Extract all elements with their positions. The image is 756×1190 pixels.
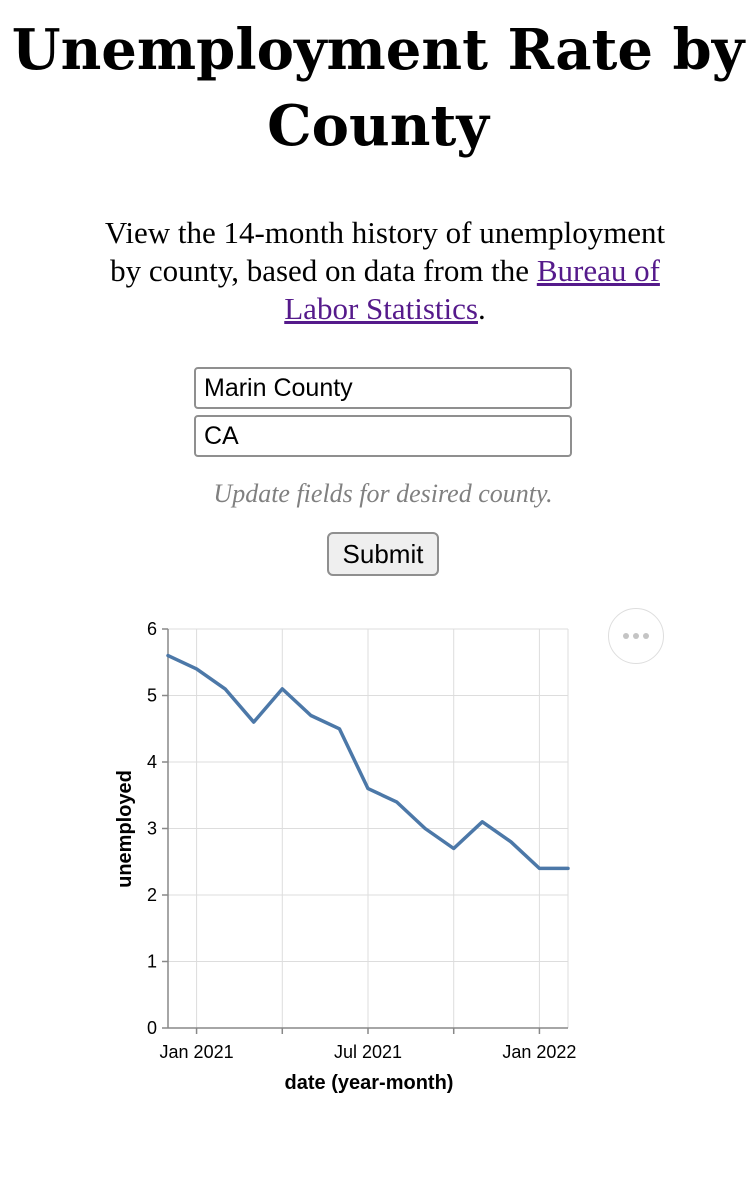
ellipsis-icon[interactable]: [608, 608, 664, 664]
y-tick-label: 2: [147, 885, 157, 905]
x-tick-label: Jan 2021: [160, 1042, 234, 1062]
y-tick-label: 3: [147, 819, 157, 839]
y-tick-label: 5: [147, 686, 157, 706]
ellipsis-dot: [643, 633, 649, 639]
x-axis-title: date (year-month): [285, 1072, 454, 1094]
y-tick-label: 4: [147, 752, 157, 772]
y-tick-label: 0: [147, 1018, 157, 1038]
x-tick-label: Jan 2022: [502, 1042, 576, 1062]
y-tick-label: 6: [147, 619, 157, 639]
y-tick-label: 1: [147, 952, 157, 972]
x-tick-label: Jul 2021: [334, 1042, 402, 1062]
unemployment-chart: 0 1 2 3 4 5 6 Jan 2021 Jul 2021 Jan 2022 date (yea…: [114, 619, 576, 1094]
ellipsis-dot: [623, 633, 629, 639]
ellipsis-dot: [633, 633, 639, 639]
y-axis-title: unemployed: [114, 770, 136, 888]
